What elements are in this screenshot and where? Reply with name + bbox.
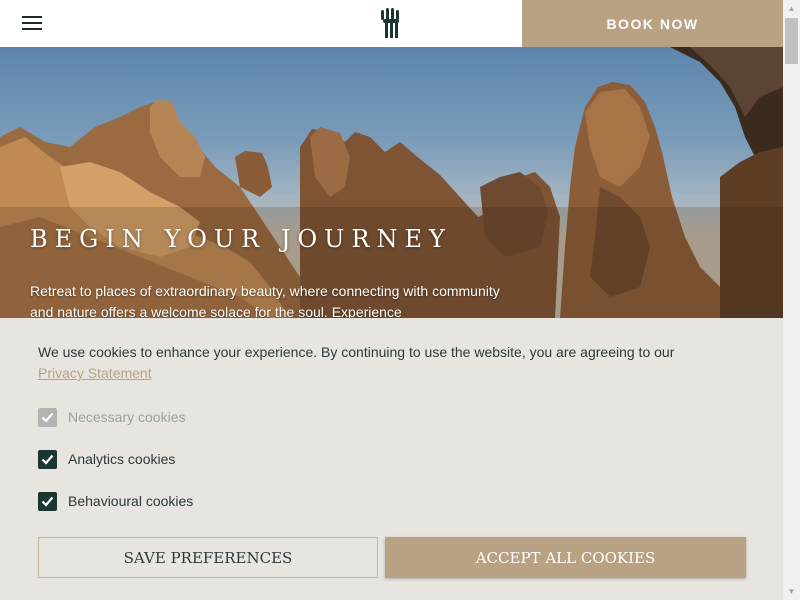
hero-description: Retreat to places of extraordinary beaut… [30, 283, 500, 318]
scrollbar-thumb[interactable] [785, 18, 798, 64]
scroll-down-arrow-icon[interactable]: ▼ [783, 583, 800, 600]
analytics-cookies-checkbox[interactable] [38, 449, 57, 469]
cookie-message-text: We use cookies to enhance your experienc… [38, 344, 675, 360]
cookie-consent-panel: We use cookies to enhance your experienc… [0, 318, 783, 600]
checkmark-icon [41, 454, 54, 465]
behavioural-cookies-label: Behavioural cookies [68, 493, 194, 509]
desert-rock-formations-image [0, 47, 783, 318]
necessary-cookies-option: Necessary cookies [38, 406, 186, 428]
behavioural-cookies-checkbox[interactable] [38, 491, 57, 511]
necessary-cookies-label: Necessary cookies [68, 409, 186, 425]
checkmark-icon [41, 412, 54, 423]
book-now-button[interactable]: BOOK NOW [522, 0, 783, 47]
accept-all-cookies-button[interactable]: ACCEPT ALL COOKIES [385, 537, 746, 578]
scroll-up-arrow-icon[interactable]: ▲ [783, 0, 800, 17]
checkmark-icon [41, 496, 54, 507]
necessary-cookies-checkbox[interactable] [38, 407, 57, 427]
analytics-cookies-label: Analytics cookies [68, 451, 176, 467]
save-preferences-button[interactable]: SAVE PREFERENCES [38, 537, 378, 578]
banyan-tree-logo-icon[interactable] [378, 8, 404, 38]
behavioural-cookies-option: Behavioural cookies [38, 490, 193, 512]
privacy-statement-link[interactable]: Privacy Statement [38, 365, 152, 381]
hero-banner: BEGIN YOUR JOURNEY Retreat to places of … [0, 47, 783, 318]
hero-title: BEGIN YOUR JOURNEY [30, 225, 452, 253]
cookie-message: We use cookies to enhance your experienc… [38, 342, 718, 384]
analytics-cookies-option: Analytics cookies [38, 448, 175, 470]
page-scrollbar[interactable]: ▲ ▼ [783, 0, 800, 600]
site-header: BOOK NOW [0, 0, 783, 47]
hamburger-menu-icon[interactable] [22, 14, 42, 32]
